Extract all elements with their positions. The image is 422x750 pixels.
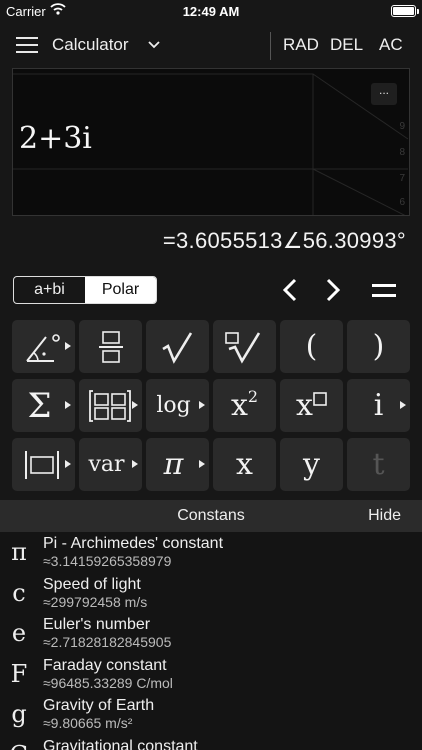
app-title[interactable]: Calculator: [52, 35, 129, 55]
constant-item[interactable]: e Euler's number ≈2.71828182845905: [0, 613, 422, 654]
constant-name: Faraday constant: [43, 656, 167, 674]
nth-root-icon: [224, 331, 260, 364]
fraction-key[interactable]: [79, 320, 142, 373]
x-variable-key[interactable]: x: [213, 438, 276, 491]
nav-divider: [270, 32, 271, 60]
expression-display[interactable]: 9 8 7 6 2+3i ...: [12, 68, 410, 216]
t-variable-key[interactable]: t: [347, 438, 410, 491]
constant-value: ≈96485.33289 C/mol: [43, 674, 173, 691]
sigma-icon: Σ: [27, 385, 52, 426]
expression-text: 2+3i: [19, 121, 92, 156]
hide-button[interactable]: Hide: [368, 507, 401, 525]
pi-key[interactable]: π: [146, 438, 209, 491]
axis-tick: 6: [399, 197, 405, 208]
variable-key[interactable]: var: [79, 438, 142, 491]
equals-button[interactable]: [372, 284, 396, 300]
constant-item[interactable]: G Gravitational constant: [0, 735, 422, 750]
constant-name: Gravitational constant: [43, 737, 198, 750]
constant-value: ≈299792458 m/s: [43, 593, 148, 610]
constant-item[interactable]: F Faraday constant ≈96485.33289 C/mol: [0, 654, 422, 695]
fraction-icon: [98, 330, 123, 363]
matrix-icon: [88, 389, 131, 422]
constant-name: Speed of light: [43, 575, 141, 593]
axis-tick: 8: [399, 147, 405, 158]
axis-tick: 9: [399, 121, 405, 132]
constants-panel-title: Constans: [177, 507, 245, 524]
status-bar: Carrier 12:49 AM: [0, 0, 422, 22]
constant-item[interactable]: c Speed of light ≈299792458 m/s: [0, 573, 422, 614]
imaginary-unit-key[interactable]: i: [347, 379, 410, 432]
status-time: 12:49 AM: [182, 4, 240, 19]
constant-symbol: g: [11, 700, 27, 729]
axis-tick: 7: [399, 173, 405, 184]
cursor-left-button[interactable]: [278, 277, 304, 303]
square-key[interactable]: x2: [213, 379, 276, 432]
exponent-box-icon: [313, 391, 327, 406]
more-options-button[interactable]: ...: [371, 83, 397, 105]
log-key[interactable]: log: [146, 379, 209, 432]
square-root-icon: [161, 331, 192, 364]
mode-rectangular-option[interactable]: a+bi: [14, 277, 85, 303]
del-button[interactable]: DEL: [330, 35, 363, 55]
angle-icon: [25, 333, 60, 362]
constant-name: Gravity of Earth: [43, 697, 155, 715]
complex-mode-switch: a+bi Polar: [13, 276, 157, 304]
constant-symbol: G: [8, 741, 30, 750]
cursor-right-button[interactable]: [320, 277, 346, 303]
constant-symbol: π: [11, 538, 27, 566]
sum-key[interactable]: Σ: [12, 379, 75, 432]
constant-name: Pi - Archimedes' constant: [43, 535, 224, 552]
constant-item[interactable]: g Gravity of Earth ≈9.80665 m/s²: [0, 694, 422, 735]
chevron-down-icon[interactable]: [147, 34, 161, 54]
constants-panel-header: Constans Hide: [0, 500, 422, 532]
power-key[interactable]: x: [280, 379, 343, 432]
absolute-value-icon: [24, 450, 59, 479]
battery-icon: [391, 5, 419, 17]
hamburger-menu-icon[interactable]: [16, 37, 38, 53]
nth-root-key[interactable]: [213, 320, 276, 373]
mode-polar-option[interactable]: Polar: [85, 277, 156, 303]
close-paren-key[interactable]: ): [347, 320, 410, 373]
constant-name: Euler's number: [43, 616, 151, 634]
constant-item[interactable]: π Pi - Archimedes' constant ≈3.141592653…: [0, 532, 422, 573]
constant-value: ≈2.71828182845905: [43, 634, 172, 651]
matrix-key[interactable]: [79, 379, 142, 432]
nav-bar: Calculator RAD DEL AC: [0, 22, 422, 68]
constant-value: ≈9.80665 m/s²: [43, 715, 133, 732]
ac-button[interactable]: AC: [379, 35, 403, 55]
constant-symbol: F: [10, 659, 28, 688]
square-root-key[interactable]: [146, 320, 209, 373]
rad-button[interactable]: RAD: [283, 35, 319, 55]
abs-key[interactable]: [12, 438, 75, 491]
constant-symbol: e: [11, 619, 27, 648]
y-variable-key[interactable]: y: [280, 438, 343, 491]
result-text: =3.6055513∠56.30993°: [162, 228, 406, 253]
open-paren-key[interactable]: (: [280, 320, 343, 373]
constants-list: π Pi - Archimedes' constant ≈3.141592653…: [0, 532, 422, 750]
constant-value: ≈3.14159265358979: [43, 553, 172, 569]
angle-key[interactable]: [12, 320, 75, 373]
constant-symbol: c: [12, 578, 26, 607]
